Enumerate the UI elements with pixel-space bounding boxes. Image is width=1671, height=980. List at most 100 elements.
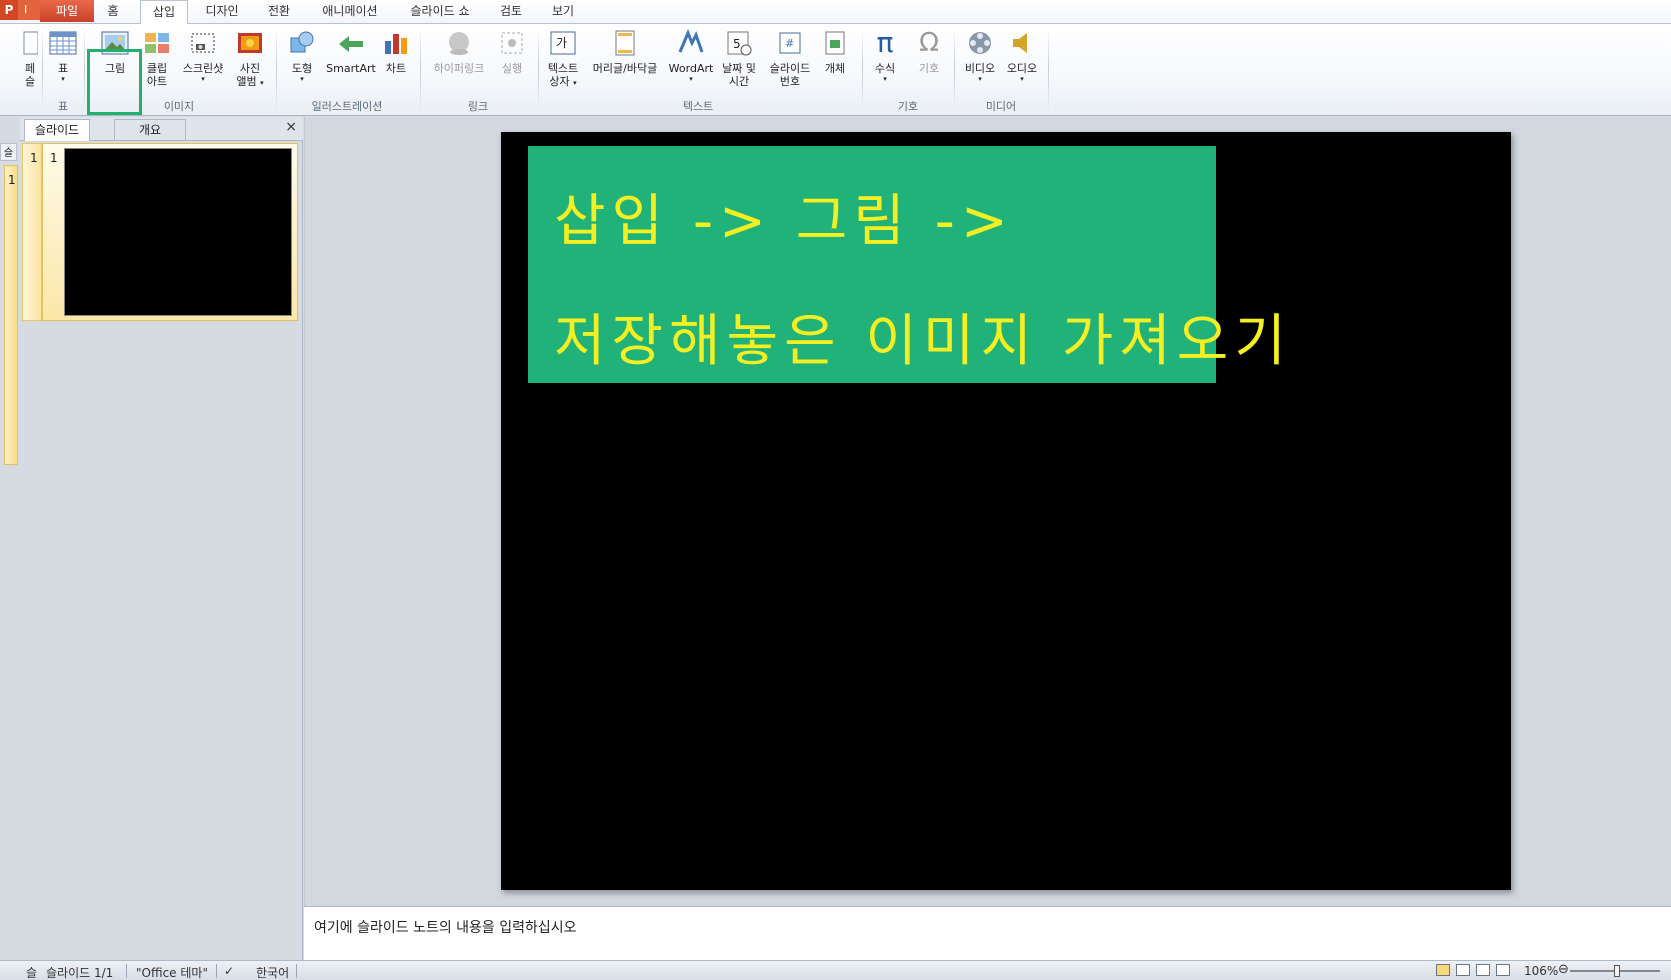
shapes-label: 도형 xyxy=(291,62,313,75)
globe-icon xyxy=(449,32,469,55)
slide-canvas[interactable]: 삽입 -> 그림 -> 저장해놓은 이미지 가져오기 xyxy=(501,132,1511,890)
close-icon[interactable]: × xyxy=(285,119,297,135)
wordart-label: WordArt xyxy=(668,62,714,75)
dropdown-arrow-icon: ▾ xyxy=(201,75,205,83)
hyperlink-button[interactable]: 하이퍼링크 xyxy=(426,28,492,75)
language[interactable]: 한국어 xyxy=(256,964,289,980)
normal-view-icon[interactable] xyxy=(1436,964,1450,976)
object-button[interactable]: 개체 xyxy=(818,28,852,75)
status-icon: 슬 xyxy=(26,966,38,980)
datetime-label-2: 시간 xyxy=(728,75,750,88)
zoom-out-icon[interactable]: ⊖ xyxy=(1558,962,1569,977)
header-footer-icon xyxy=(615,30,635,56)
textbox-button[interactable]: 가 텍스트 상자 ▾ xyxy=(542,28,584,90)
chart-button[interactable]: 차트 xyxy=(380,28,412,75)
equation-label: 수식 xyxy=(874,62,896,75)
textbox-icon: 가 xyxy=(550,31,576,55)
symbol-button[interactable]: Ω 기호 xyxy=(912,28,946,75)
reading-view-icon[interactable] xyxy=(1476,964,1490,976)
equation-button[interactable]: π 수식 ▾ xyxy=(868,28,902,84)
symbol-label: 기호 xyxy=(918,62,940,75)
spellcheck-icon[interactable]: ✓ xyxy=(224,964,234,978)
quick-access-icon[interactable]: I xyxy=(18,0,40,20)
photo-album-label-2: 앨범 xyxy=(236,75,257,88)
slide-thumbnail[interactable] xyxy=(64,148,292,316)
tab-design[interactable]: 디자인 xyxy=(200,0,244,24)
tab-review[interactable]: 검토 xyxy=(494,0,528,24)
screenshot-icon xyxy=(191,33,215,53)
new-slide-icon xyxy=(23,31,38,55)
powerpoint-window: P I 파일 홈 삽입 디자인 전환 애니메이션 슬라이드 쇼 검토 보기 페 … xyxy=(0,0,1671,980)
hyperlink-label: 하이퍼링크 xyxy=(433,62,485,75)
action-button[interactable]: 실행 xyxy=(494,28,530,75)
notes-pane[interactable]: 여기에 슬라이드 노트의 내용을 입력하십시오 xyxy=(304,906,1671,964)
tab-home[interactable]: 홈 xyxy=(100,0,126,24)
clipart-button[interactable]: 클립 아트 xyxy=(140,28,174,88)
group-label-images: 이미지 xyxy=(163,100,195,113)
slideshow-view-icon[interactable] xyxy=(1496,964,1510,976)
datetime-label-1: 날짜 및 xyxy=(722,62,756,75)
dropdown-arrow-icon: ▾ xyxy=(883,75,887,83)
omega-icon: Ω xyxy=(919,28,939,58)
green-text-box[interactable]: 삽입 -> 그림 -> 저장해놓은 이미지 가져오기 xyxy=(528,146,1286,383)
table-icon xyxy=(49,31,77,55)
dropdown-arrow-icon: ▾ xyxy=(978,75,982,83)
photo-album-label-1: 사진 xyxy=(239,62,261,75)
tab-animations[interactable]: 애니메이션 xyxy=(314,0,386,24)
slide-sorter-view-icon[interactable] xyxy=(1456,964,1470,976)
new-slide-label-2: 슬 xyxy=(24,75,36,88)
zoom-level[interactable]: 106% xyxy=(1524,964,1558,978)
photo-album-icon xyxy=(238,33,262,53)
audio-button[interactable]: 오디오 ▾ xyxy=(1002,28,1042,83)
dropdown-arrow-icon: ▾ xyxy=(260,79,264,87)
clipart-label-1: 클립 xyxy=(146,62,168,75)
header-footer-button[interactable]: 머리글/바닥글 xyxy=(586,28,664,75)
new-slide-button[interactable]: 페 슬 xyxy=(20,28,40,88)
chart-icon xyxy=(385,34,407,54)
svg-text:가: 가 xyxy=(556,36,567,50)
ribbon-insert: 페 슬 표 ▾ 표 그림 클립 아트 스크린샷 ▾ 사진 앨범 ▾ 이미지 도형… xyxy=(0,24,1671,116)
screenshot-label: 스크린샷 xyxy=(182,62,224,75)
tab-transitions[interactable]: 전환 xyxy=(262,0,296,24)
textbox-label-2: 상자 xyxy=(549,75,570,88)
calendar-icon: 5 xyxy=(727,31,752,56)
slide-thumbnail-row[interactable]: 1 1 xyxy=(22,143,298,321)
svg-text:#: # xyxy=(785,37,794,50)
slide-number-button[interactable]: # 슬라이드 번호 xyxy=(764,28,816,88)
theme-name[interactable]: "Office 테마" xyxy=(136,964,208,980)
tab-slideshow[interactable]: 슬라이드 쇼 xyxy=(404,0,476,24)
wordart-button[interactable]: WordArt ▾ xyxy=(666,28,716,83)
slide-number-label-2: 번호 xyxy=(779,75,801,88)
object-icon xyxy=(825,31,845,55)
smartart-button[interactable]: SmartArt xyxy=(324,28,378,75)
shapes-button[interactable]: 도형 ▾ xyxy=(284,28,320,83)
video-label: 비디오 xyxy=(964,62,996,75)
header-footer-label: 머리글/바닥글 xyxy=(592,62,658,75)
smartart-icon xyxy=(339,36,363,52)
group-label-symbols: 기호 xyxy=(897,100,919,113)
tab-slides-label: 슬라이드 xyxy=(35,123,80,137)
datetime-button[interactable]: 5 날짜 및 시간 xyxy=(716,28,762,88)
dropdown-arrow-icon: ▾ xyxy=(1020,75,1024,83)
tab-outline[interactable]: 개요 xyxy=(114,119,186,141)
film-reel-icon xyxy=(969,32,991,54)
clipart-icon xyxy=(145,33,169,53)
tab-file[interactable]: 파일 xyxy=(40,0,94,22)
slide-editing-area: 삽입 -> 그림 -> 저장해놓은 이미지 가져오기 xyxy=(304,117,1671,906)
group-label-illustrations: 일러스트레이션 xyxy=(311,100,383,113)
powerpoint-app-icon[interactable]: P xyxy=(0,0,18,20)
strip-tab[interactable]: 슬 xyxy=(0,143,17,161)
tab-view[interactable]: 보기 xyxy=(546,0,580,24)
tab-insert[interactable]: 삽입 xyxy=(140,0,188,25)
tab-slides[interactable]: 슬라이드 xyxy=(24,119,91,141)
slide-number-icon: # xyxy=(779,32,801,54)
table-button[interactable]: 표 ▾ xyxy=(46,28,80,83)
zoom-slider-handle[interactable] xyxy=(1614,965,1620,977)
dropdown-arrow-icon: ▾ xyxy=(573,79,577,87)
photo-album-button[interactable]: 사진 앨범 ▾ xyxy=(232,28,268,90)
strip-thumbnail[interactable] xyxy=(4,165,18,465)
screenshot-button[interactable]: 스크린샷 ▾ xyxy=(176,28,230,83)
dropdown-arrow-icon: ▾ xyxy=(61,75,65,83)
slide-thumbnail-number: 1 xyxy=(30,151,38,165)
video-button[interactable]: 비디오 ▾ xyxy=(960,28,1000,83)
